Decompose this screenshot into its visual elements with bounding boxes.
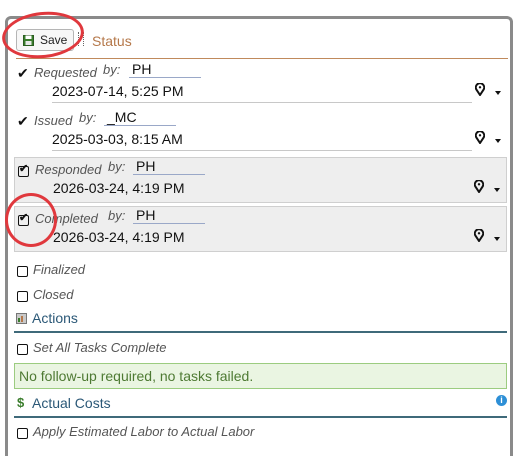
dollar-icon: $ <box>17 395 25 410</box>
chevron-down-icon[interactable] <box>495 91 501 95</box>
chevron-down-icon[interactable] <box>494 237 500 241</box>
status-panel: Save Status ✔ Requested by: PH 2023-07-1… <box>5 16 513 456</box>
section-divider <box>14 416 507 418</box>
status-label: Responded <box>35 162 102 177</box>
actions-icon <box>16 313 27 324</box>
check-icon[interactable]: ✔ <box>17 66 29 80</box>
panel-header: Save Status <box>8 19 510 59</box>
apply-estimated-label: Apply Estimated Labor to Actual Labor <box>33 424 255 439</box>
status-label: Requested <box>34 65 97 80</box>
panel-title: Status <box>92 33 132 49</box>
header-divider <box>16 58 508 59</box>
map-pin-icon[interactable] <box>474 180 484 193</box>
finalized-label: Finalized <box>33 262 86 277</box>
datetime-field[interactable]: 2026-03-24, 4:19 PM <box>53 180 473 200</box>
checkbox-icon[interactable] <box>17 344 28 355</box>
checkbox-icon[interactable] <box>17 428 28 439</box>
drag-handle[interactable] <box>78 32 84 46</box>
chevron-down-icon[interactable] <box>494 188 500 192</box>
status-label: Completed <box>35 211 98 226</box>
check-icon[interactable]: ✔ <box>17 114 29 128</box>
status-row-issued: ✔ Issued by: _MC 2025-03-03, 8:15 AM <box>14 109 507 155</box>
actions-section-header: Actions <box>14 308 507 333</box>
by-field[interactable]: _MC <box>104 109 176 126</box>
checkbox-icon[interactable] <box>18 211 29 226</box>
by-label: by: <box>103 62 121 77</box>
by-label: by: <box>79 110 97 125</box>
section-divider <box>14 331 507 333</box>
map-pin-icon[interactable] <box>475 131 485 144</box>
by-field[interactable]: PH <box>129 61 201 78</box>
status-label: Issued <box>34 113 73 128</box>
by-label: by: <box>108 159 126 174</box>
datetime-field[interactable]: 2023-07-14, 5:25 PM <box>52 83 472 103</box>
datetime-field[interactable]: 2025-03-03, 8:15 AM <box>52 131 472 151</box>
checkbox-icon[interactable] <box>17 291 28 302</box>
chevron-down-icon[interactable] <box>495 139 501 143</box>
by-field[interactable]: PH <box>133 158 205 175</box>
status-row-requested: ✔ Requested by: PH 2023-07-14, 5:25 PM <box>14 61 507 107</box>
checkbox-icon[interactable] <box>17 266 28 277</box>
by-field[interactable]: PH <box>133 207 205 224</box>
status-row-completed: Completed by: PH 2026-03-24, 4:19 PM <box>14 206 507 252</box>
save-label: Save <box>40 33 68 47</box>
checkbox-icon[interactable] <box>18 162 29 177</box>
save-icon <box>23 34 34 46</box>
follow-up-notice: No follow-up required, no tasks failed. <box>14 363 507 389</box>
actual-costs-title: Actual Costs <box>32 395 111 411</box>
closed-label: Closed <box>33 287 74 302</box>
save-button[interactable]: Save <box>16 29 74 51</box>
set-all-tasks-label: Set All Tasks Complete <box>33 340 167 355</box>
status-row-responded: Responded by: PH 2026-03-24, 4:19 PM <box>14 157 507 203</box>
info-icon[interactable]: i <box>496 395 507 406</box>
by-label: by: <box>108 208 126 223</box>
actions-title: Actions <box>32 310 78 326</box>
map-pin-icon[interactable] <box>475 83 485 96</box>
actual-costs-section-header: $ Actual Costs i <box>14 393 507 418</box>
map-pin-icon[interactable] <box>474 229 484 242</box>
datetime-field[interactable]: 2026-03-24, 4:19 PM <box>53 229 473 249</box>
top-cut-header <box>0 0 519 14</box>
